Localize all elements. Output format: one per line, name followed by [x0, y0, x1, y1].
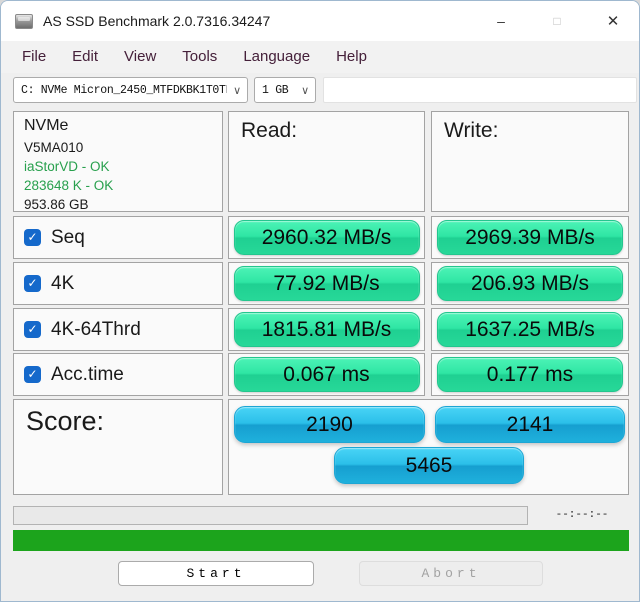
menu-help[interactable]: Help	[323, 41, 380, 73]
chevron-down-icon: ∨	[301, 84, 309, 97]
4k64thrd-write-cell: 1637.25 MB/s	[431, 308, 629, 351]
4k-checkbox[interactable]: ✓	[24, 275, 41, 292]
4k64thrd-label: 4K-64Thrd	[51, 318, 141, 340]
acctime-checkbox[interactable]: ✓	[24, 366, 41, 383]
test-size-value: 1 GB	[262, 83, 289, 97]
menu-file[interactable]: File	[9, 41, 59, 73]
drive-app-icon	[15, 13, 33, 29]
drive-select-value: C: NVMe Micron_2450_MTFDKBK1T0TFK	[21, 83, 227, 97]
4k64thrd-write-value: 1637.25 MB/s	[437, 312, 623, 347]
test-progress-bar	[13, 506, 528, 525]
maximize-icon[interactable]: □	[529, 1, 585, 41]
4k64thrd-read-cell: 1815.81 MB/s	[228, 308, 425, 351]
abort-button[interactable]: Abort	[359, 561, 543, 586]
start-button[interactable]: Start	[118, 561, 314, 586]
menu-edit[interactable]: Edit	[59, 41, 111, 73]
time-remaining: --:--:--	[555, 509, 609, 521]
test-size-select[interactable]: 1 GB ∨	[254, 77, 316, 103]
acctime-read-cell: 0.067 ms	[228, 353, 425, 396]
overall-progress-bar	[13, 530, 629, 551]
minimize-icon[interactable]: –	[473, 1, 529, 41]
drive-firmware: V5MA010	[24, 140, 84, 155]
toolbar-empty-field[interactable]	[323, 77, 637, 103]
score-write-value: 2141	[435, 406, 625, 443]
read-label: Read:	[241, 119, 298, 142]
menu-bar: File Edit View Tools Language Help	[1, 41, 639, 73]
menu-view[interactable]: View	[111, 41, 169, 73]
row-acctime: ✓ Acc.time	[13, 353, 223, 396]
score-total-value: 5465	[334, 447, 524, 484]
score-label-panel: Score:	[13, 399, 223, 495]
chevron-down-icon: ∨	[233, 84, 241, 97]
read-column-header: Read:	[228, 111, 425, 212]
write-label: Write:	[444, 119, 499, 142]
acctime-read-value: 0.067 ms	[233, 357, 420, 392]
row-4k64thrd: ✓ 4K-64Thrd	[13, 308, 223, 351]
row-seq: ✓ Seq	[13, 216, 223, 259]
4k-write-cell: 206.93 MB/s	[431, 262, 629, 305]
4k-read-value: 77.92 MB/s	[233, 266, 420, 301]
drive-capacity: 953.86 GB	[24, 197, 89, 212]
seq-write-cell: 2969.39 MB/s	[431, 216, 629, 259]
4k-label: 4K	[51, 272, 75, 294]
acctime-write-value: 0.177 ms	[437, 357, 623, 392]
4k-read-cell: 77.92 MB/s	[228, 262, 425, 305]
menu-language[interactable]: Language	[230, 41, 323, 73]
seq-write-value: 2969.39 MB/s	[437, 220, 623, 255]
seq-read-cell: 2960.32 MB/s	[228, 216, 425, 259]
drive-driver-status: iaStorVD - OK	[24, 159, 110, 174]
score-label: Score:	[26, 406, 105, 436]
4k64thrd-checkbox[interactable]: ✓	[24, 321, 41, 338]
app-window: AS SSD Benchmark 2.0.7316.34247 – □ ✕ Fi…	[0, 0, 640, 602]
row-4k: ✓ 4K	[13, 262, 223, 305]
acctime-label: Acc.time	[51, 363, 124, 385]
acctime-write-cell: 0.177 ms	[431, 353, 629, 396]
close-icon[interactable]: ✕	[585, 1, 639, 41]
menu-tools[interactable]: Tools	[169, 41, 230, 73]
drive-model: NVMe	[24, 117, 69, 134]
window-title: AS SSD Benchmark 2.0.7316.34247	[43, 13, 271, 29]
drive-select[interactable]: C: NVMe Micron_2450_MTFDKBK1T0TFK ∨	[13, 77, 248, 103]
score-values-panel: 2190 2141 5465	[228, 399, 629, 495]
drive-alignment-status: 283648 K - OK	[24, 178, 114, 193]
seq-checkbox[interactable]: ✓	[24, 229, 41, 246]
drive-info-panel: NVMe V5MA010 iaStorVD - OK 283648 K - OK…	[13, 111, 223, 212]
title-bar: AS SSD Benchmark 2.0.7316.34247 – □ ✕	[1, 1, 639, 41]
seq-read-value: 2960.32 MB/s	[233, 220, 420, 255]
score-read-value: 2190	[234, 406, 425, 443]
window-controls: – □ ✕	[473, 1, 639, 41]
4k64thrd-read-value: 1815.81 MB/s	[233, 312, 420, 347]
write-column-header: Write:	[431, 111, 629, 212]
4k-write-value: 206.93 MB/s	[437, 266, 623, 301]
seq-label: Seq	[51, 226, 85, 248]
